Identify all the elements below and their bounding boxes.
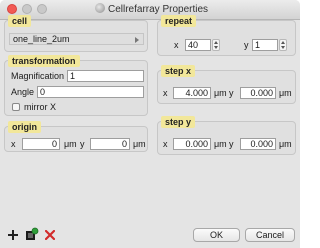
- origin-x-label: x: [11, 139, 16, 149]
- repeat-y-stepper[interactable]: [279, 39, 287, 51]
- step-x-y-input[interactable]: 0.000: [240, 87, 276, 99]
- step-y-x-label: x: [163, 139, 168, 149]
- cell-select-value: one_line_2um: [13, 34, 70, 44]
- step-x-y-unit: μm: [279, 88, 292, 98]
- repeat-y-input[interactable]: 1: [252, 39, 278, 51]
- repeat-y-label: y: [244, 40, 249, 50]
- step-x-x-label: x: [163, 88, 168, 98]
- close-window-button[interactable]: [7, 4, 17, 14]
- repeat-x-label: x: [174, 40, 179, 50]
- step-y-y-input[interactable]: 0.000: [240, 138, 276, 150]
- step-y-x-input[interactable]: 0.000: [173, 138, 211, 150]
- repeat-x-stepper[interactable]: [212, 39, 220, 51]
- app-icon: [95, 3, 105, 13]
- origin-x-input[interactable]: 0: [22, 138, 60, 150]
- repeat-x-input[interactable]: 40: [185, 39, 211, 51]
- mirror-x-checkbox[interactable]: [12, 103, 20, 111]
- transformation-panel-title: transformation: [8, 55, 80, 67]
- library-icon[interactable]: [25, 227, 39, 241]
- step-x-x-unit: μm: [214, 88, 227, 98]
- step-x-x-input[interactable]: 4.000: [173, 87, 211, 99]
- origin-x-unit: μm: [64, 139, 77, 149]
- mirror-x-label: mirror X: [24, 102, 56, 112]
- magnification-label: Magnification: [11, 71, 65, 81]
- title-bar[interactable]: Cellrefarray Properties: [0, 0, 300, 20]
- cell-select[interactable]: one_line_2um: [9, 33, 144, 45]
- step-y-panel-title: step y: [161, 116, 196, 128]
- chevron-right-icon: [135, 37, 139, 43]
- origin-y-label: y: [80, 139, 85, 149]
- origin-y-unit: μm: [133, 139, 146, 149]
- step-x-panel-title: step x: [161, 65, 196, 77]
- magnification-input[interactable]: 1: [67, 70, 144, 82]
- cell-panel-title: cell: [8, 15, 32, 27]
- ok-button[interactable]: OK: [193, 228, 240, 242]
- dialog-window: Cellrefarray Properties cell one_line_2u…: [0, 0, 300, 248]
- delete-icon[interactable]: [45, 230, 55, 240]
- step-x-y-label: y: [229, 88, 234, 98]
- cancel-button[interactable]: Cancel: [245, 228, 295, 242]
- angle-label: Angle: [11, 87, 35, 97]
- minimize-window-button[interactable]: [22, 4, 32, 14]
- zoom-window-button[interactable]: [37, 4, 47, 14]
- plus-icon[interactable]: [8, 230, 18, 240]
- origin-y-input[interactable]: 0: [90, 138, 130, 150]
- repeat-panel-title: repeat: [161, 15, 197, 27]
- angle-input[interactable]: 0: [37, 86, 144, 98]
- step-y-y-label: y: [229, 139, 234, 149]
- window-title-text: Cellrefarray Properties: [108, 4, 209, 15]
- step-y-y-unit: μm: [279, 139, 292, 149]
- window-title: Cellrefarray Properties: [95, 3, 208, 15]
- origin-panel-title: origin: [8, 121, 41, 133]
- step-y-x-unit: μm: [214, 139, 227, 149]
